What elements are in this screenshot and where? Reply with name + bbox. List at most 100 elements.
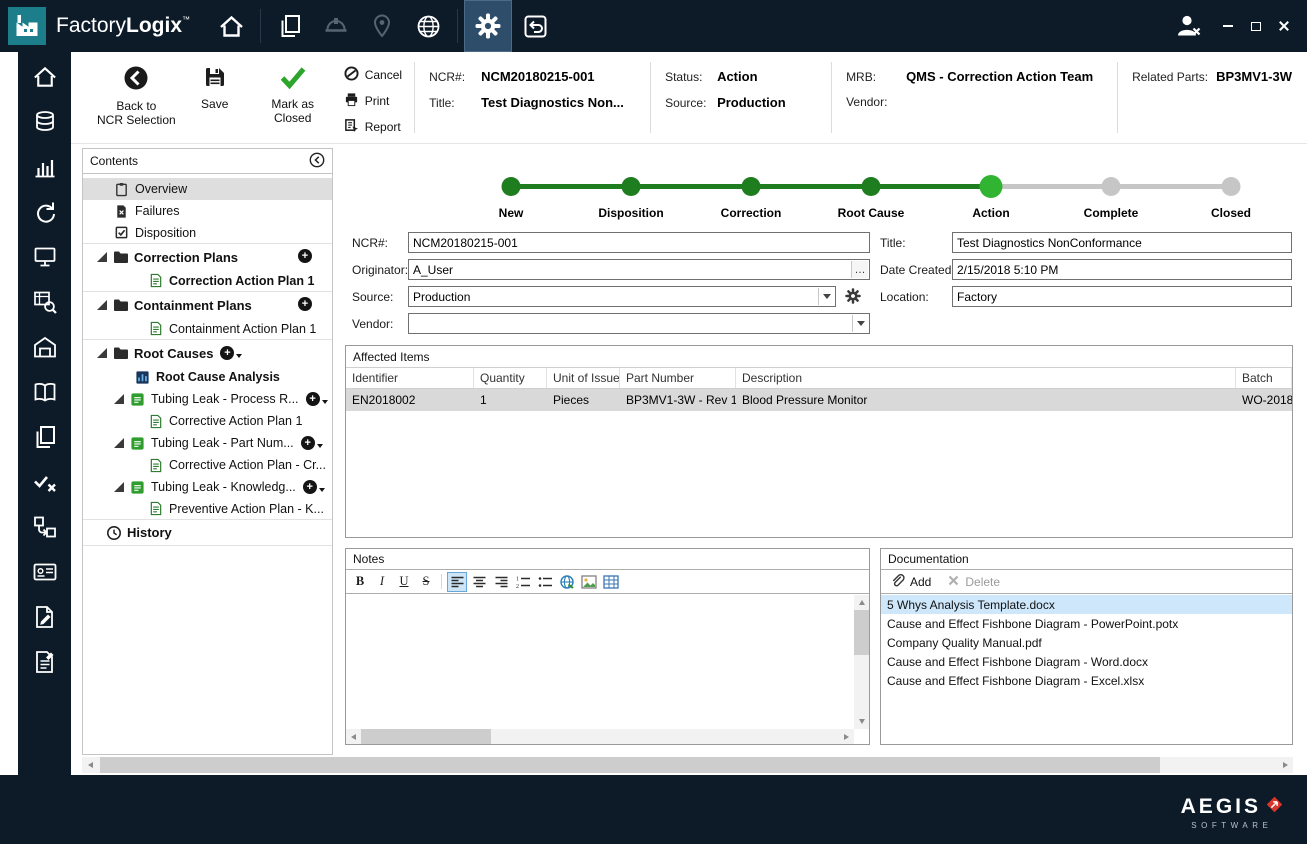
tree-item-overview[interactable]: Overview bbox=[83, 178, 332, 200]
tree-item-preventive-action-plan-k[interactable]: Preventive Action Plan - K... bbox=[83, 498, 332, 520]
add-caret-icon[interactable] bbox=[316, 444, 323, 448]
date-created-input[interactable] bbox=[952, 259, 1292, 280]
column-header-part-number[interactable]: Part Number bbox=[620, 368, 736, 388]
notes-vertical-scrollbar[interactable] bbox=[854, 595, 869, 729]
undo-icon[interactable] bbox=[512, 3, 558, 49]
tree-item-history[interactable]: History bbox=[83, 520, 332, 546]
expander-icon[interactable] bbox=[114, 394, 124, 404]
add-document-button[interactable]: Add bbox=[890, 573, 931, 591]
column-header-quantity[interactable]: Quantity bbox=[474, 368, 547, 388]
add-button[interactable]: + bbox=[300, 436, 315, 450]
tree-item-corrective-action-plan-cr[interactable]: Corrective Action Plan - Cr... bbox=[83, 454, 332, 476]
document-item[interactable]: 5 Whys Analysis Template.docx bbox=[881, 595, 1292, 614]
add-button[interactable]: + bbox=[220, 346, 235, 360]
sidebar-workstation-icon[interactable] bbox=[30, 242, 60, 271]
notes-text[interactable] bbox=[346, 595, 854, 729]
sidebar-data-query-icon[interactable] bbox=[30, 287, 60, 316]
source-dropdown[interactable]: Production bbox=[408, 286, 836, 307]
sidebar-edit-doc-2-icon[interactable] bbox=[30, 647, 60, 676]
home-icon[interactable] bbox=[208, 3, 254, 49]
sidebar-pass-fail-icon[interactable] bbox=[30, 467, 60, 496]
mark-as-closed-button[interactable]: Mark as Closed bbox=[254, 52, 332, 143]
image-button[interactable] bbox=[579, 572, 599, 592]
tree-item-tubing-leak-part-num[interactable]: Tubing Leak - Part Num... + bbox=[83, 432, 332, 454]
user-signout-icon[interactable] bbox=[1165, 3, 1211, 49]
source-settings-icon[interactable] bbox=[844, 287, 862, 305]
document-item[interactable]: Company Quality Manual.pdf bbox=[881, 633, 1292, 652]
tree-item-correction-action-plan-1[interactable]: Correction Action Plan 1 bbox=[83, 270, 332, 292]
ncr-input[interactable] bbox=[408, 232, 870, 253]
sidebar-home-icon[interactable] bbox=[30, 62, 60, 91]
insert-table-button[interactable] bbox=[601, 572, 621, 592]
sidebar-sync-icon[interactable] bbox=[30, 197, 60, 226]
align-center-button[interactable] bbox=[469, 572, 489, 592]
add-button[interactable]: + bbox=[298, 249, 312, 263]
back-to-ncr-selection-button[interactable]: Back to NCR Selection bbox=[97, 52, 176, 143]
underline-button[interactable]: U bbox=[394, 572, 414, 592]
sidebar-warehouse-icon[interactable] bbox=[30, 332, 60, 361]
globe-icon[interactable] bbox=[405, 3, 451, 49]
originator-field[interactable]: A_User … bbox=[408, 259, 870, 280]
document-item[interactable]: Cause and Effect Fishbone Diagram - Powe… bbox=[881, 614, 1292, 633]
scrollbar-thumb[interactable] bbox=[854, 610, 869, 655]
print-button[interactable]: Print bbox=[344, 92, 402, 110]
documents-icon[interactable] bbox=[267, 3, 313, 49]
maximize-button[interactable] bbox=[1245, 15, 1267, 37]
tree-item-tubing-leak-process-r[interactable]: Tubing Leak - Process R... + bbox=[83, 388, 332, 410]
align-left-button[interactable] bbox=[447, 571, 467, 592]
location-input[interactable] bbox=[952, 286, 1292, 307]
sidebar-badge-icon[interactable] bbox=[30, 557, 60, 586]
table-row[interactable]: EN2018002 1 Pieces BP3MV1-3W - Rev 1 Blood P… bbox=[346, 389, 1292, 411]
tree-item-corrective-action-plan-1[interactable]: Corrective Action Plan 1 bbox=[83, 410, 332, 432]
sidebar-edit-doc-icon[interactable] bbox=[30, 602, 60, 631]
tree-item-correction-plans[interactable]: Correction Plans + bbox=[83, 244, 332, 270]
sidebar-materials-icon[interactable] bbox=[30, 107, 60, 136]
bullet-list-button[interactable] bbox=[535, 572, 555, 592]
notes-horizontal-scrollbar[interactable] bbox=[346, 729, 854, 744]
column-header-unit-of-issue[interactable]: Unit of Issue bbox=[547, 368, 620, 388]
sidebar-library-icon[interactable] bbox=[30, 377, 60, 406]
title-input[interactable] bbox=[952, 232, 1292, 253]
close-button[interactable] bbox=[1273, 15, 1295, 37]
bold-button[interactable]: B bbox=[350, 572, 370, 592]
vendor-dropdown[interactable] bbox=[408, 313, 870, 334]
tree-item-tubing-leak-knowledg[interactable]: Tubing Leak - Knowledg... + bbox=[83, 476, 332, 498]
add-caret-icon[interactable] bbox=[318, 488, 325, 492]
column-header-batch[interactable]: Batch bbox=[1236, 368, 1292, 388]
factorylogix-logo-icon[interactable] bbox=[8, 7, 46, 45]
align-right-button[interactable] bbox=[491, 572, 511, 592]
location-pin-icon[interactable] bbox=[359, 3, 405, 49]
collapse-panel-icon[interactable] bbox=[309, 152, 325, 171]
tree-item-containment-plans[interactable]: Containment Plans + bbox=[83, 292, 332, 318]
minimize-button[interactable] bbox=[1217, 15, 1239, 37]
settings-gear-icon[interactable] bbox=[464, 0, 513, 52]
cancel-button[interactable]: Cancel bbox=[344, 66, 402, 84]
add-button[interactable]: + bbox=[305, 392, 320, 406]
sidebar-documents-copy-icon[interactable] bbox=[30, 422, 60, 451]
expander-icon[interactable] bbox=[114, 438, 124, 448]
expander-icon[interactable] bbox=[97, 348, 107, 358]
scrollbar-thumb[interactable] bbox=[361, 729, 491, 744]
chevron-down-icon[interactable] bbox=[852, 315, 868, 332]
main-horizontal-scrollbar[interactable] bbox=[82, 757, 1293, 773]
hyperlink-button[interactable] bbox=[557, 572, 577, 592]
add-button[interactable]: + bbox=[302, 480, 317, 494]
column-header-identifier[interactable]: Identifier bbox=[346, 368, 474, 388]
browse-button[interactable]: … bbox=[851, 261, 868, 278]
tree-item-disposition[interactable]: Disposition bbox=[83, 222, 332, 244]
delete-document-button[interactable]: Delete bbox=[947, 574, 1000, 590]
strikethrough-button[interactable]: S bbox=[416, 572, 436, 592]
italic-button[interactable]: I bbox=[372, 572, 392, 592]
report-button[interactable]: Report bbox=[344, 118, 402, 136]
tree-item-root-cause-analysis[interactable]: Root Cause Analysis bbox=[83, 366, 332, 388]
expander-icon[interactable] bbox=[97, 300, 107, 310]
add-button[interactable]: + bbox=[298, 297, 312, 311]
add-caret-icon[interactable] bbox=[236, 354, 243, 358]
scrollbar-thumb[interactable] bbox=[100, 757, 1160, 773]
tree-item-failures[interactable]: Failures bbox=[83, 200, 332, 222]
sidebar-transfer-icon[interactable] bbox=[30, 512, 60, 541]
column-header-description[interactable]: Description bbox=[736, 368, 1236, 388]
numbered-list-button[interactable]: 12 bbox=[513, 572, 533, 592]
expander-icon[interactable] bbox=[114, 482, 124, 492]
chevron-down-icon[interactable] bbox=[818, 288, 834, 305]
